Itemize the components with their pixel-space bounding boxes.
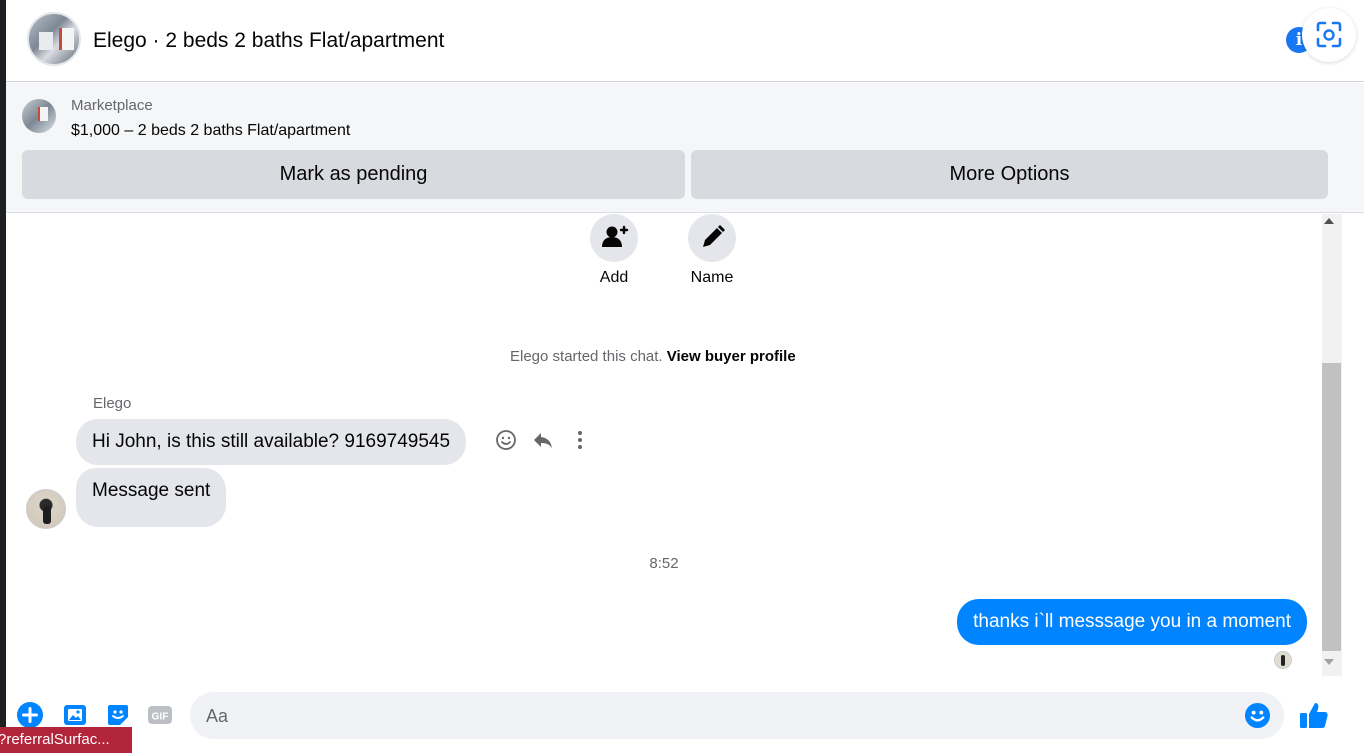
mark-as-pending-button[interactable]: Mark as pending: [22, 150, 685, 199]
marketplace-listing-bar: Marketplace $1,000 – 2 beds 2 baths Flat…: [6, 83, 1364, 213]
view-buyer-profile-link[interactable]: View buyer profile: [667, 348, 796, 365]
add-person-button[interactable]: [590, 214, 638, 262]
add-label: Add: [599, 269, 629, 286]
name-label: Name: [690, 269, 734, 286]
more-vertical-icon[interactable]: [568, 428, 592, 452]
svg-text:GIF: GIF: [152, 712, 169, 723]
more-options-button[interactable]: More Options: [691, 150, 1328, 199]
screenshot-scan-icon[interactable]: [1302, 8, 1356, 62]
listing-thumbnail[interactable]: [22, 99, 56, 133]
photo-icon[interactable]: [61, 701, 89, 729]
reply-icon[interactable]: [531, 428, 555, 452]
add-person-icon: [602, 225, 629, 247]
sender-name: Elego: [93, 395, 132, 412]
edit-name-button[interactable]: [688, 214, 736, 262]
chat-started-notice: Elego started this chat. View buyer prof…: [510, 348, 796, 365]
react-emoji-icon[interactable]: [494, 428, 518, 452]
outgoing-message[interactable]: thanks i`ll messsage you in a moment: [957, 599, 1307, 645]
listing-summary[interactable]: $1,000 – 2 beds 2 baths Flat/apartment: [71, 122, 350, 140]
marketplace-label: Marketplace: [71, 97, 153, 114]
seen-receipt-avatar: [1274, 651, 1292, 669]
plus-circle-icon[interactable]: [16, 701, 44, 729]
message-thread: Add Name Elego started this chat. View b…: [6, 214, 1364, 684]
pencil-icon: [703, 225, 725, 247]
scroll-down-arrow-icon[interactable]: [1324, 659, 1334, 665]
sticker-icon[interactable]: [104, 701, 132, 729]
gif-icon[interactable]: GIF: [146, 701, 174, 729]
message-input-placeholder: Aa: [206, 706, 229, 726]
sender-avatar[interactable]: [26, 489, 66, 529]
scrollbar-thumb[interactable]: [1322, 363, 1341, 651]
thumbs-up-icon[interactable]: [1298, 699, 1330, 731]
incoming-message[interactable]: Hi John, is this still available? 916974…: [76, 419, 467, 465]
scroll-up-arrow-icon[interactable]: [1324, 218, 1334, 224]
listing-avatar[interactable]: [27, 12, 81, 66]
conversation-header: Elego · 2 beds 2 baths Flat/apartment i: [6, 0, 1364, 82]
message-input[interactable]: Aa: [190, 692, 1284, 739]
url-tooltip: ?referralSurfac...: [0, 727, 132, 753]
emoji-icon[interactable]: [1244, 702, 1271, 729]
message-timestamp: 8:52: [649, 555, 679, 572]
incoming-message[interactable]: Message sent: [76, 468, 227, 527]
conversation-title[interactable]: Elego · 2 beds 2 baths Flat/apartment: [93, 29, 444, 53]
messenger-window: Elego · 2 beds 2 baths Flat/apartment i …: [6, 0, 1364, 753]
message-composer: GIF Aa: [6, 684, 1364, 753]
chat-started-text: Elego started this chat.: [510, 348, 663, 365]
